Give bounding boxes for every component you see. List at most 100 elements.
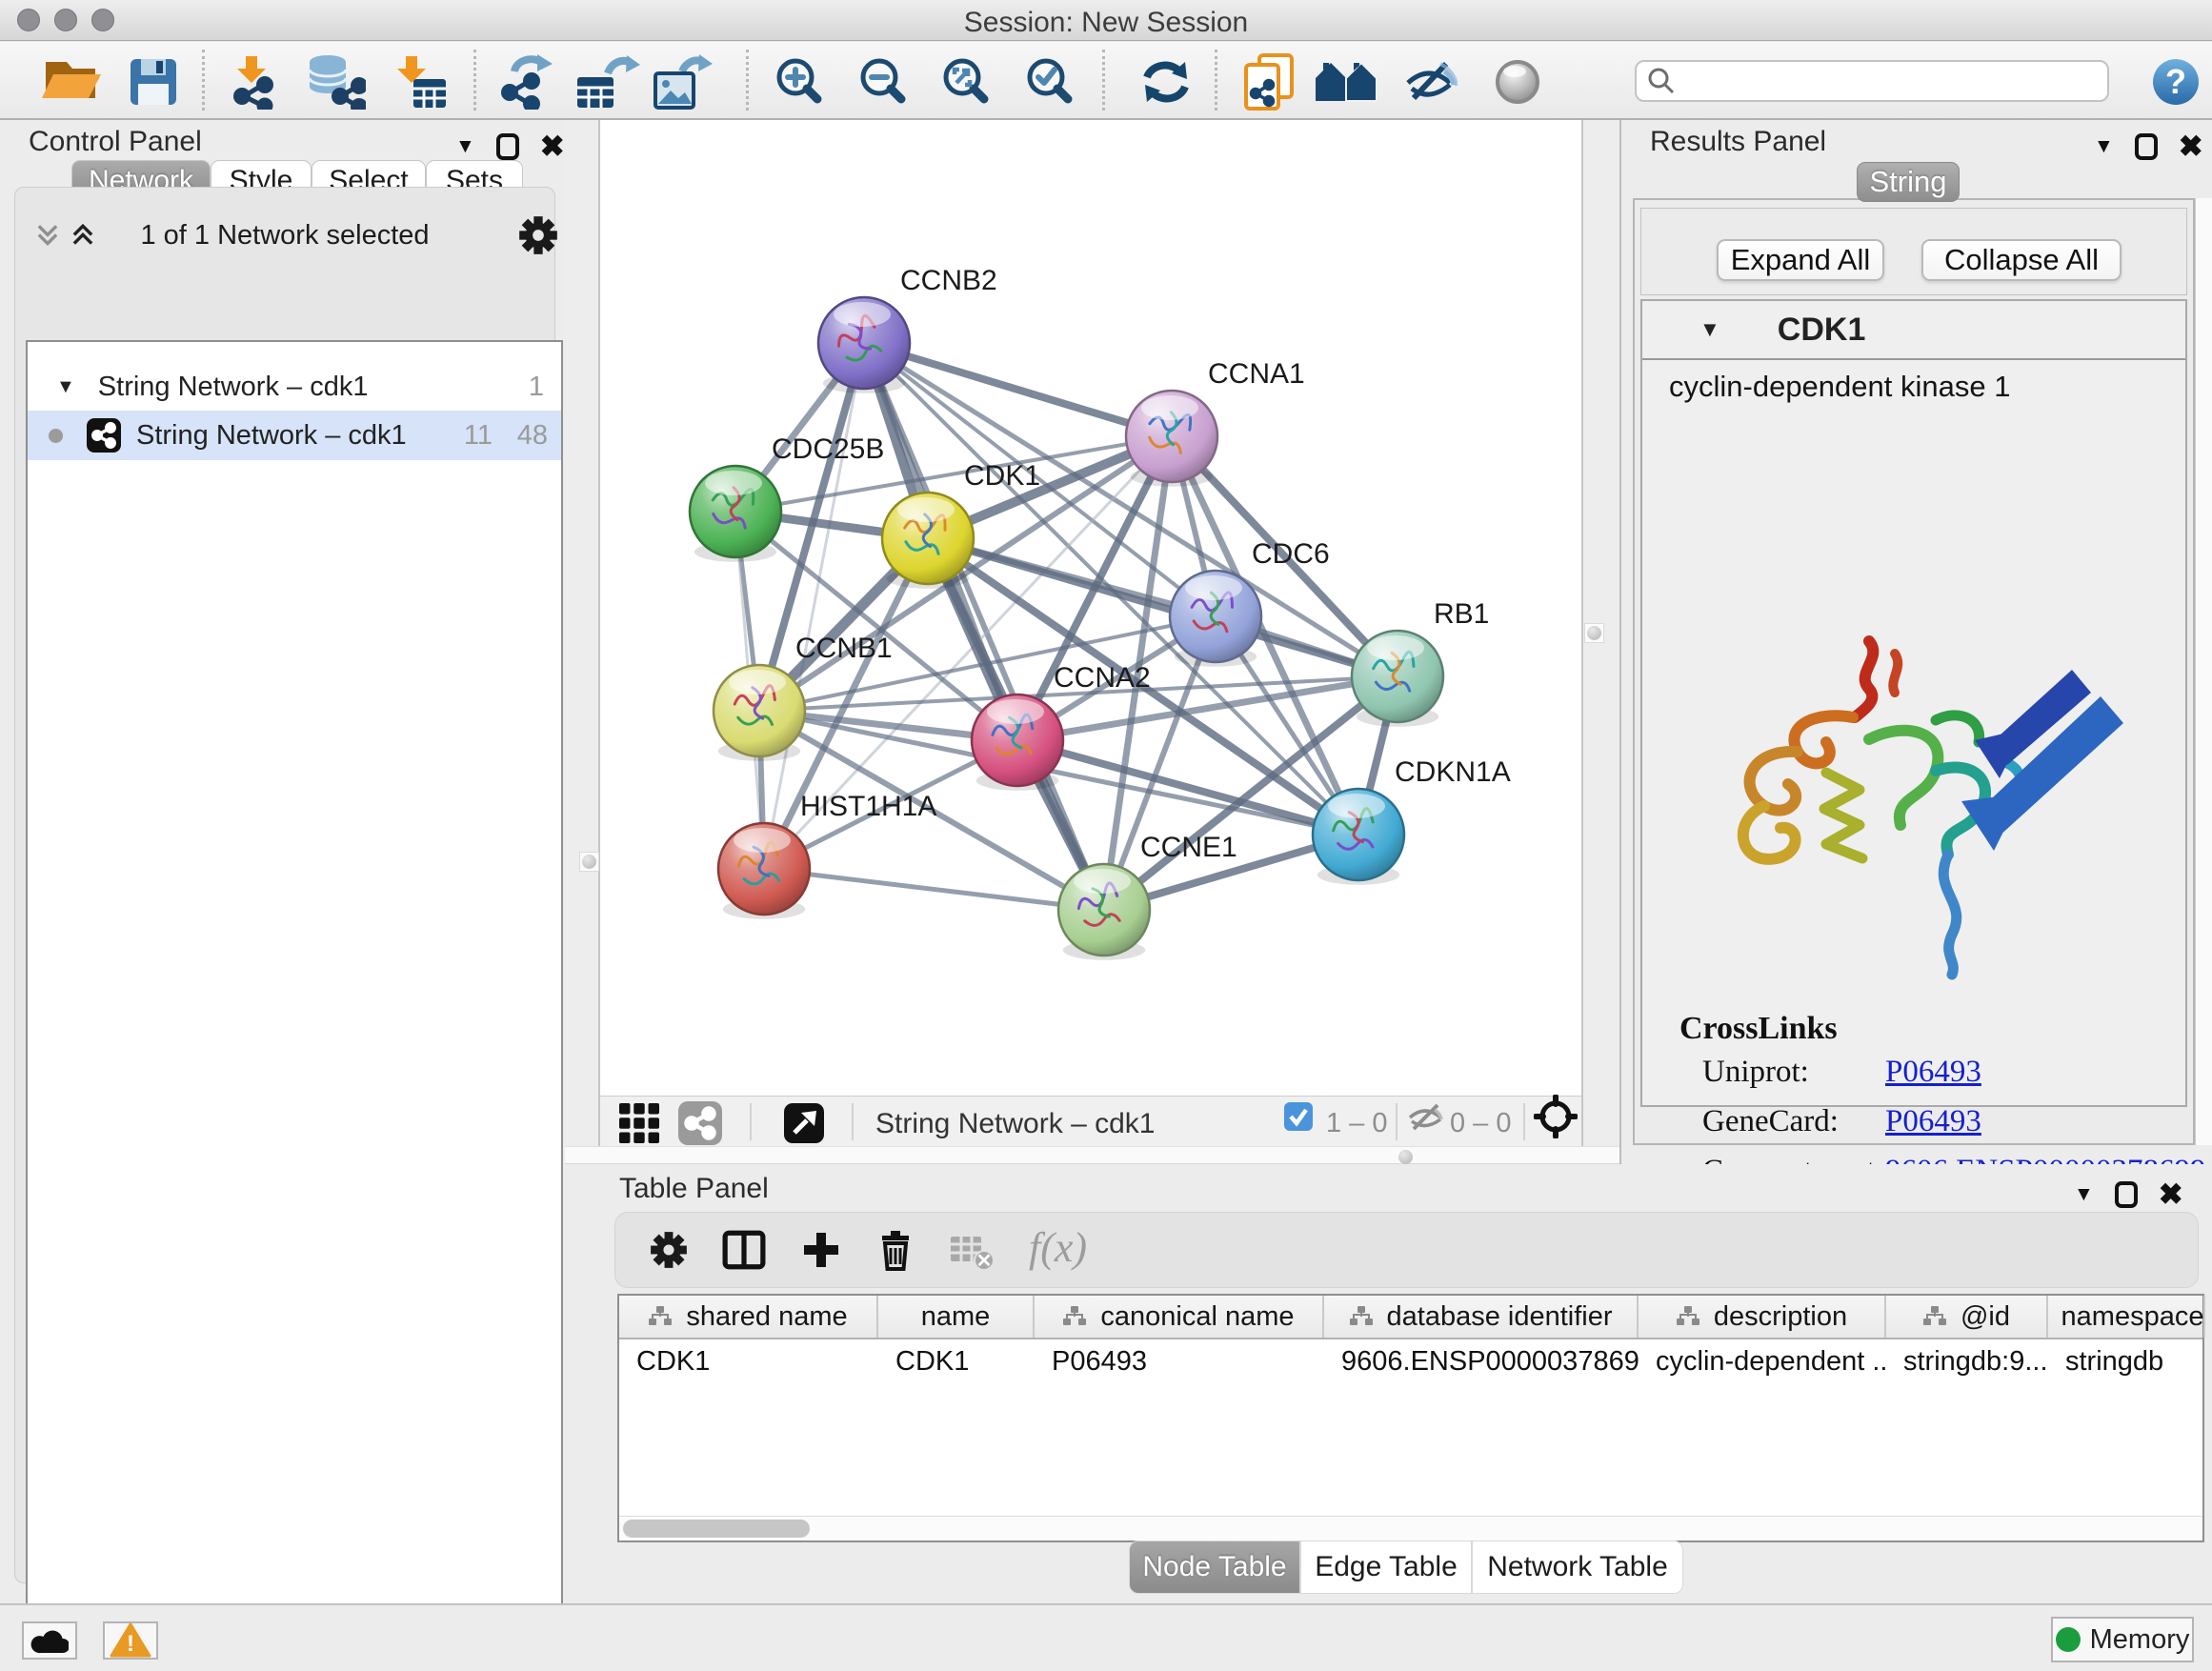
column-header-database-identifier[interactable]: database identifier (1324, 1296, 1639, 1338)
search-input[interactable] (1677, 66, 2086, 96)
panel-float-icon[interactable] (2115, 1181, 2138, 1208)
gene-description: cyclin-dependent kinase 1 (1669, 370, 2010, 404)
node-label-CCNB2: CCNB2 (900, 265, 997, 296)
search-field (1635, 60, 2109, 102)
string-view-icon[interactable] (678, 1094, 722, 1153)
network-node-CCNE1[interactable]: CCNE1 (1058, 832, 1237, 960)
expand-all-button[interactable]: Expand All (1717, 239, 1884, 281)
open-session-button[interactable] (40, 52, 103, 111)
node-label-CDKN1A: CDKN1A (1395, 756, 1511, 788)
clone-network-button[interactable] (1237, 52, 1297, 111)
network-node-CDC25B[interactable]: CDC25B (690, 433, 884, 562)
export-image-icon (654, 54, 713, 110)
tab-string[interactable]: String (1857, 162, 1960, 202)
network-node-CDKN1A[interactable]: CDKN1A (1313, 756, 1511, 885)
cloud-status-button[interactable] (22, 1621, 77, 1660)
help-button[interactable]: ? (2151, 52, 2201, 111)
table-panel: Table Panel ▼ ✖ (565, 1164, 2212, 1603)
table-cell[interactable]: stringdb:9... (1886, 1339, 2048, 1383)
first-neighbors-button[interactable] (1315, 52, 1377, 111)
column-header--id[interactable]: @id (1886, 1296, 2048, 1338)
import-network-database-button[interactable] (305, 52, 366, 111)
table-cell[interactable]: stringdb (2048, 1339, 2205, 1383)
tab-edge-table[interactable]: Edge Table (1300, 1540, 1472, 1594)
panel-menu-icon[interactable]: ▼ (455, 135, 475, 158)
zoom-fit-button[interactable] (939, 52, 995, 111)
table-cell[interactable]: P06493 (1035, 1339, 1324, 1383)
birds-eye-view-icon[interactable] (784, 1094, 824, 1153)
network-node-CCNA1[interactable]: CCNA1 (1126, 358, 1305, 487)
zoom-out-button[interactable] (856, 52, 912, 111)
hide-selection-button[interactable] (1402, 52, 1458, 111)
show-columns-icon[interactable] (722, 1230, 766, 1270)
database-icon (305, 54, 366, 110)
panel-close-icon[interactable]: ✖ (540, 130, 565, 164)
search-icon (1646, 66, 1677, 96)
table-cell[interactable]: 9606.ENSP00000378699 (1324, 1339, 1639, 1383)
tab-network-table[interactable]: Network Table (1472, 1540, 1683, 1594)
column-header-namespace[interactable]: namespace (2048, 1296, 2205, 1338)
import-network-file-button[interactable] (227, 52, 282, 111)
zoom-in-button[interactable] (773, 52, 828, 111)
delete-column-icon[interactable] (876, 1229, 915, 1271)
column-header-shared-name[interactable]: shared name (619, 1296, 878, 1338)
protein-structure-image (1693, 630, 2141, 1001)
table-panel-title: Table Panel (619, 1173, 769, 1205)
column-header-description[interactable]: description (1639, 1296, 1886, 1338)
refresh-view-button[interactable] (1137, 52, 1195, 111)
memory-button[interactable]: Memory (2051, 1617, 2194, 1662)
section-collapse-icon[interactable]: ▼ (1699, 317, 1720, 342)
panel-float-icon[interactable] (496, 133, 519, 160)
save-session-button[interactable] (128, 52, 179, 111)
zoom-selected-button[interactable] (1023, 52, 1078, 111)
export-network-button[interactable] (497, 52, 554, 111)
results-panel-title: Results Panel (1650, 126, 1826, 158)
table-cell[interactable]: cyclin-dependent ... (1639, 1339, 1886, 1383)
string-network-icon (87, 418, 121, 453)
crosslink-value-link[interactable]: P06493 (1885, 1104, 1981, 1139)
panel-menu-icon[interactable]: ▼ (2074, 1183, 2094, 1206)
table-cell[interactable]: CDK1 (878, 1339, 1035, 1383)
panel-close-icon[interactable]: ✖ (2159, 1178, 2183, 1212)
network-row-selected[interactable]: String Network – cdk1 11 48 (28, 411, 561, 460)
zoom-fit-icon (939, 54, 995, 110)
add-column-icon[interactable] (800, 1229, 842, 1271)
column-header-canonical-name[interactable]: canonical name (1035, 1296, 1324, 1338)
network-node-RB1[interactable]: RB1 (1352, 598, 1489, 727)
node-label-CDC25B: CDC25B (772, 433, 884, 465)
column-header-name[interactable]: name (878, 1296, 1035, 1338)
clone-document-icon (1237, 53, 1297, 111)
import-table-file-button[interactable] (392, 52, 448, 111)
panel-float-icon[interactable] (2135, 133, 2158, 160)
collapse-all-button[interactable]: Collapse All (1921, 239, 2122, 281)
grid-view-icon[interactable] (619, 1094, 659, 1153)
results-scrollbar[interactable] (2195, 198, 2212, 1145)
edge[interactable] (764, 869, 1104, 910)
tree-expand-icon[interactable]: ▼ (56, 376, 75, 398)
panel-close-icon[interactable]: ✖ (2179, 130, 2203, 164)
network-collection-row[interactable]: ▼ String Network – cdk1 1 (28, 363, 561, 411)
gear-icon[interactable] (518, 215, 558, 255)
table-cell[interactable]: CDK1 (619, 1339, 878, 1383)
crosslink-row: GeneCard:P06493 (1642, 1097, 2185, 1146)
warning-status-button[interactable]: ! (103, 1621, 158, 1660)
panel-menu-icon[interactable]: ▼ (2094, 135, 2114, 158)
network-view[interactable]: CCNB2CCNA1CDC25BCDK1CDC6RB1CCNB1CCNA2CDK… (598, 120, 1583, 1146)
tab-node-table[interactable]: Node Table (1129, 1540, 1300, 1594)
network-node-HIST1H1A[interactable]: HIST1H1A (718, 791, 936, 919)
control-panel: Control Panel ▼ ✖ Network Style Select S… (0, 120, 565, 1603)
table-settings-gear-icon[interactable] (650, 1231, 688, 1269)
gene-section-header[interactable]: ▼ CDK1 (1642, 301, 2185, 360)
table-horizontal-scrollbar[interactable] (619, 1516, 2202, 1540)
export-image-button[interactable] (654, 52, 713, 111)
crosslink-value-link[interactable]: P06493 (1885, 1055, 1981, 1090)
help-icon: ? (2151, 57, 2201, 107)
export-table-button[interactable] (575, 52, 640, 111)
crosshair-icon[interactable] (1534, 1095, 1578, 1138)
network-node-CCNB1[interactable]: CCNB1 (714, 633, 893, 761)
table-row[interactable]: CDK1CDK1P064939606.ENSP00000378699cyclin… (619, 1339, 2202, 1383)
network-graph[interactable]: CCNB2CCNA1CDC25BCDK1CDC6RB1CCNB1CCNA2CDK… (600, 120, 1581, 1096)
import-network-icon (227, 54, 282, 110)
selected-checkbox-icon[interactable] (1284, 1102, 1313, 1131)
show-graphics-details-button[interactable] (1490, 52, 1545, 111)
